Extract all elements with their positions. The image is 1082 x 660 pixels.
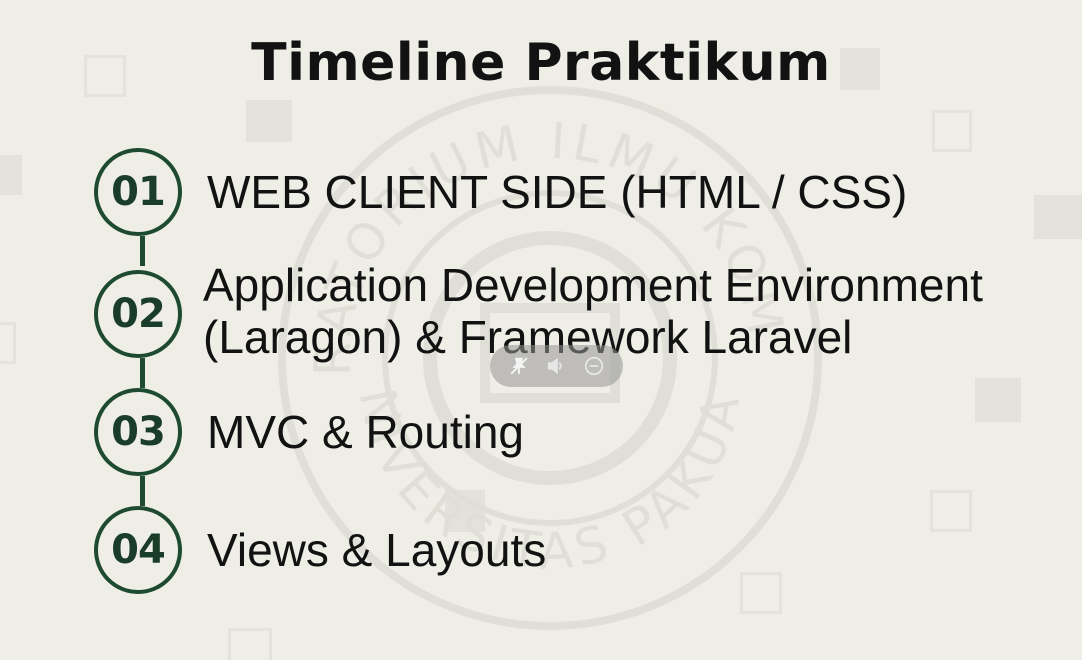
timeline-item-line: Application Development Environment bbox=[203, 259, 983, 311]
decor-square bbox=[0, 322, 16, 364]
timeline-connector bbox=[140, 476, 145, 506]
timeline-number: 04 bbox=[111, 527, 166, 573]
decor-square bbox=[0, 155, 22, 195]
timeline-item-01-text: WEB CLIENT SIDE (HTML / CSS) bbox=[207, 166, 907, 218]
decor-square bbox=[1034, 195, 1082, 239]
timeline-item-line: Views & Layouts bbox=[207, 524, 547, 576]
timeline-item-04-text: Views & Layouts bbox=[207, 524, 546, 576]
volume-icon[interactable] bbox=[543, 353, 569, 379]
decor-square bbox=[228, 628, 272, 660]
timeline-number: 02 bbox=[111, 291, 166, 337]
pin-off-icon[interactable] bbox=[506, 353, 532, 379]
decor-square bbox=[975, 378, 1021, 422]
timeline-item-line: WEB CLIENT SIDE (HTML / CSS) bbox=[207, 166, 908, 218]
presentation-slide: LABORATORIUM ILMU KOMPUTER UNIVERSITAS P… bbox=[0, 0, 1082, 660]
timeline-number-badge-01: 01 bbox=[94, 148, 182, 236]
minus-circle-icon[interactable] bbox=[581, 353, 607, 379]
timeline-number: 03 bbox=[111, 409, 166, 455]
timeline-connector bbox=[140, 358, 145, 388]
timeline-number-badge-03: 03 bbox=[94, 388, 182, 476]
timeline-number-badge-02: 02 bbox=[94, 270, 182, 358]
timeline-connector bbox=[140, 236, 145, 266]
timeline-number-badge-04: 04 bbox=[94, 506, 182, 594]
decor-square bbox=[930, 490, 972, 532]
video-overlay-controls bbox=[490, 345, 623, 387]
decor-square bbox=[932, 110, 972, 152]
timeline-item-03-text: MVC & Routing bbox=[207, 406, 524, 458]
timeline-number: 01 bbox=[111, 169, 166, 215]
timeline-item-line: MVC & Routing bbox=[207, 406, 525, 458]
slide-title: Timeline Praktikum bbox=[251, 33, 831, 93]
